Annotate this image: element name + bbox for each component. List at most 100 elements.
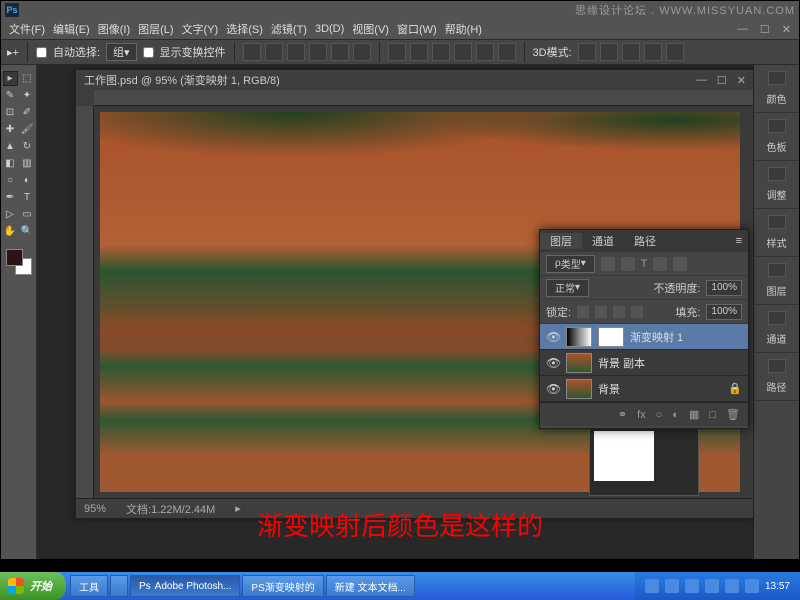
- filter-icon[interactable]: [601, 257, 615, 271]
- hand-tool[interactable]: ✋: [3, 224, 18, 239]
- distribute-icon[interactable]: [388, 43, 406, 61]
- visibility-icon[interactable]: 👁: [546, 356, 560, 370]
- fg-color[interactable]: [6, 249, 23, 266]
- fx-icon[interactable]: fx: [637, 409, 646, 421]
- layer-name[interactable]: 背景 副本: [598, 355, 645, 371]
- doc-close-icon[interactable]: ✕: [737, 74, 746, 87]
- tray-icon[interactable]: [665, 579, 679, 593]
- document-title-bar[interactable]: 工作图.psd @ 95% (渐变映射 1, RGB/8) — ☐ ✕: [76, 70, 754, 90]
- eyedropper-tool[interactable]: ✐: [20, 105, 35, 120]
- ruler-vertical[interactable]: [76, 106, 94, 498]
- panel-menu-icon[interactable]: ≡: [726, 235, 748, 247]
- align-icon[interactable]: [309, 43, 327, 61]
- close-icon[interactable]: ✕: [782, 23, 791, 36]
- swatch-panel-icon[interactable]: [768, 119, 786, 133]
- lock-icon[interactable]: [577, 306, 589, 318]
- tab-paths[interactable]: 路径: [624, 233, 666, 249]
- align-icon[interactable]: [265, 43, 283, 61]
- layer-mask-thumb[interactable]: [598, 327, 624, 347]
- menu-select[interactable]: 选择(S): [226, 21, 263, 37]
- filter-icon[interactable]: [621, 257, 635, 271]
- clock[interactable]: 13:57: [765, 581, 790, 592]
- 3d-icon[interactable]: [622, 43, 640, 61]
- doc-maximize-icon[interactable]: ☐: [717, 74, 727, 87]
- taskbar-item[interactable]: [110, 575, 128, 597]
- layer-row[interactable]: 👁 背景 副本: [540, 350, 748, 376]
- zoom-tool[interactable]: 🔍: [20, 224, 35, 239]
- gradient-tool[interactable]: ▥: [20, 156, 35, 171]
- tray-icon[interactable]: [685, 579, 699, 593]
- color-panel-icon[interactable]: [768, 71, 786, 85]
- layer-name[interactable]: 背景: [598, 381, 620, 397]
- 3d-icon[interactable]: [644, 43, 662, 61]
- 3d-icon[interactable]: [600, 43, 618, 61]
- lasso-tool[interactable]: ✎: [3, 88, 18, 103]
- distribute-icon[interactable]: [410, 43, 428, 61]
- layers-panel-icon[interactable]: [768, 263, 786, 277]
- adjustment-icon[interactable]: ◐: [672, 409, 679, 421]
- visibility-icon[interactable]: 👁: [546, 330, 560, 344]
- filter-icon[interactable]: [673, 257, 687, 271]
- menu-window[interactable]: 窗口(W): [397, 21, 437, 37]
- paths-panel-icon[interactable]: [768, 359, 786, 373]
- tray-icon[interactable]: [725, 579, 739, 593]
- auto-select-checkbox[interactable]: [36, 47, 47, 58]
- layer-row[interactable]: 👁 背景 🔒: [540, 376, 748, 402]
- align-icon[interactable]: [287, 43, 305, 61]
- layer-thumb[interactable]: [566, 379, 592, 399]
- blur-tool[interactable]: ○: [3, 173, 18, 188]
- distribute-icon[interactable]: [498, 43, 516, 61]
- type-tool[interactable]: T: [20, 190, 35, 205]
- move-tool[interactable]: ▸: [3, 71, 18, 86]
- shape-tool[interactable]: ▭: [20, 207, 35, 222]
- menu-edit[interactable]: 编辑(E): [53, 21, 90, 37]
- path-tool[interactable]: ▷: [3, 207, 18, 222]
- tab-channels[interactable]: 通道: [582, 233, 624, 249]
- 3d-icon[interactable]: [666, 43, 684, 61]
- fill-input[interactable]: 100%: [706, 304, 742, 320]
- menu-type[interactable]: 文字(Y): [182, 21, 219, 37]
- trash-icon[interactable]: 🗑: [726, 408, 740, 421]
- brush-tool[interactable]: 🖌: [20, 122, 35, 137]
- layer-row[interactable]: 👁 渐变映射 1: [540, 324, 748, 350]
- pen-tool[interactable]: ✒: [3, 190, 18, 205]
- menu-view[interactable]: 视图(V): [352, 21, 389, 37]
- link-icon[interactable]: ⚭: [618, 408, 627, 421]
- lock-icon[interactable]: [613, 306, 625, 318]
- move-tool-icon[interactable]: ▸+: [7, 46, 19, 59]
- mask-icon[interactable]: ○: [656, 409, 663, 421]
- layer-thumb[interactable]: [566, 353, 592, 373]
- navigator-thumb[interactable]: [589, 426, 699, 496]
- channels-panel-icon[interactable]: [768, 311, 786, 325]
- lock-icon[interactable]: [631, 306, 643, 318]
- dodge-tool[interactable]: ◐: [20, 173, 35, 188]
- styles-panel-icon[interactable]: [768, 215, 786, 229]
- taskbar-item[interactable]: Ps Adobe Photosh...: [130, 575, 240, 597]
- filter-kind-dropdown[interactable]: ρ 类型 ▾: [546, 255, 595, 273]
- visibility-icon[interactable]: 👁: [546, 382, 560, 396]
- align-icon[interactable]: [243, 43, 261, 61]
- start-button[interactable]: 开始: [0, 572, 66, 600]
- tray-icon[interactable]: [705, 579, 719, 593]
- align-icon[interactable]: [331, 43, 349, 61]
- distribute-icon[interactable]: [432, 43, 450, 61]
- color-swatches[interactable]: [6, 249, 32, 275]
- menu-file[interactable]: 文件(F): [9, 21, 45, 37]
- adjust-panel-icon[interactable]: [768, 167, 786, 181]
- layers-panel[interactable]: 图层 通道 路径 ≡ ρ 类型 ▾ T 正常 ▾ 不透明度: 100% 锁定: …: [539, 229, 749, 429]
- layer-thumb[interactable]: [566, 327, 592, 347]
- filter-icon[interactable]: [653, 257, 667, 271]
- 3d-icon[interactable]: [578, 43, 596, 61]
- lock-icon[interactable]: [595, 306, 607, 318]
- tray-icon[interactable]: [745, 579, 759, 593]
- ruler-horizontal[interactable]: [94, 90, 754, 106]
- stamp-tool[interactable]: ▲: [3, 139, 18, 154]
- taskbar-item[interactable]: 新建 文本文档...: [326, 575, 415, 597]
- menu-filter[interactable]: 滤镜(T): [271, 21, 307, 37]
- distribute-icon[interactable]: [476, 43, 494, 61]
- group-icon[interactable]: ▦: [689, 408, 699, 421]
- tab-layers[interactable]: 图层: [540, 233, 582, 249]
- maximize-icon[interactable]: ☐: [760, 23, 770, 36]
- blend-mode-dropdown[interactable]: 正常 ▾: [546, 279, 589, 297]
- show-transform-checkbox[interactable]: [143, 47, 154, 58]
